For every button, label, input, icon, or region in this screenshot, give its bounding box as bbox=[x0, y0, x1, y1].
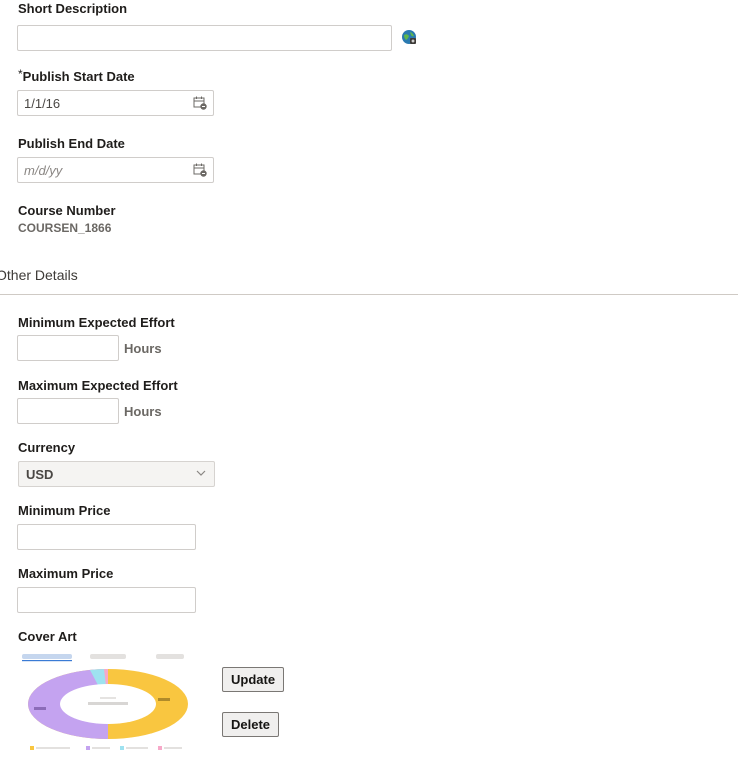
publish-start-value: 1/1/16 bbox=[24, 96, 61, 111]
publish-start-label-text: Publish Start Date bbox=[22, 69, 135, 84]
calendar-icon[interactable] bbox=[193, 163, 207, 177]
min-price-input[interactable] bbox=[17, 524, 196, 550]
publish-start-label: *Publish Start Date bbox=[18, 67, 135, 84]
min-effort-unit: Hours bbox=[124, 341, 162, 356]
currency-value: USD bbox=[26, 467, 54, 482]
calendar-icon[interactable] bbox=[193, 96, 207, 110]
course-number-value: COURSEN_1866 bbox=[18, 221, 112, 235]
required-mark: * bbox=[18, 67, 23, 81]
section-divider bbox=[0, 294, 738, 295]
short-description-input[interactable] bbox=[17, 25, 392, 51]
publish-end-input[interactable]: m/d/yy bbox=[17, 157, 214, 183]
max-price-label: Maximum Price bbox=[18, 566, 114, 581]
publish-start-input[interactable]: 1/1/16 bbox=[17, 90, 214, 116]
currency-select[interactable]: USD bbox=[18, 461, 215, 487]
course-number-label: Course Number bbox=[18, 203, 116, 218]
max-effort-label: Maximum Expected Effort bbox=[18, 378, 178, 393]
max-price-input[interactable] bbox=[17, 587, 196, 613]
delete-button[interactable]: Delete bbox=[222, 712, 280, 737]
short-description-label: Short Description bbox=[18, 1, 128, 16]
publish-end-label: Publish End Date bbox=[18, 136, 125, 151]
cover-art-label: Cover Art bbox=[18, 629, 77, 644]
cover-art-image bbox=[22, 654, 188, 750]
update-button[interactable]: Update bbox=[222, 667, 285, 692]
globe-translate-icon[interactable] bbox=[401, 29, 417, 45]
min-price-label: Minimum Price bbox=[18, 503, 111, 518]
chevron-down-icon bbox=[196, 470, 206, 476]
min-effort-label: Minimum Expected Effort bbox=[18, 315, 175, 330]
other-details-heading: Other Details bbox=[0, 267, 78, 283]
currency-label: Currency bbox=[18, 440, 76, 455]
min-effort-input[interactable] bbox=[17, 335, 119, 361]
max-effort-input[interactable] bbox=[17, 398, 119, 424]
max-effort-unit: Hours bbox=[124, 404, 162, 419]
publish-end-placeholder: m/d/yy bbox=[24, 163, 63, 178]
